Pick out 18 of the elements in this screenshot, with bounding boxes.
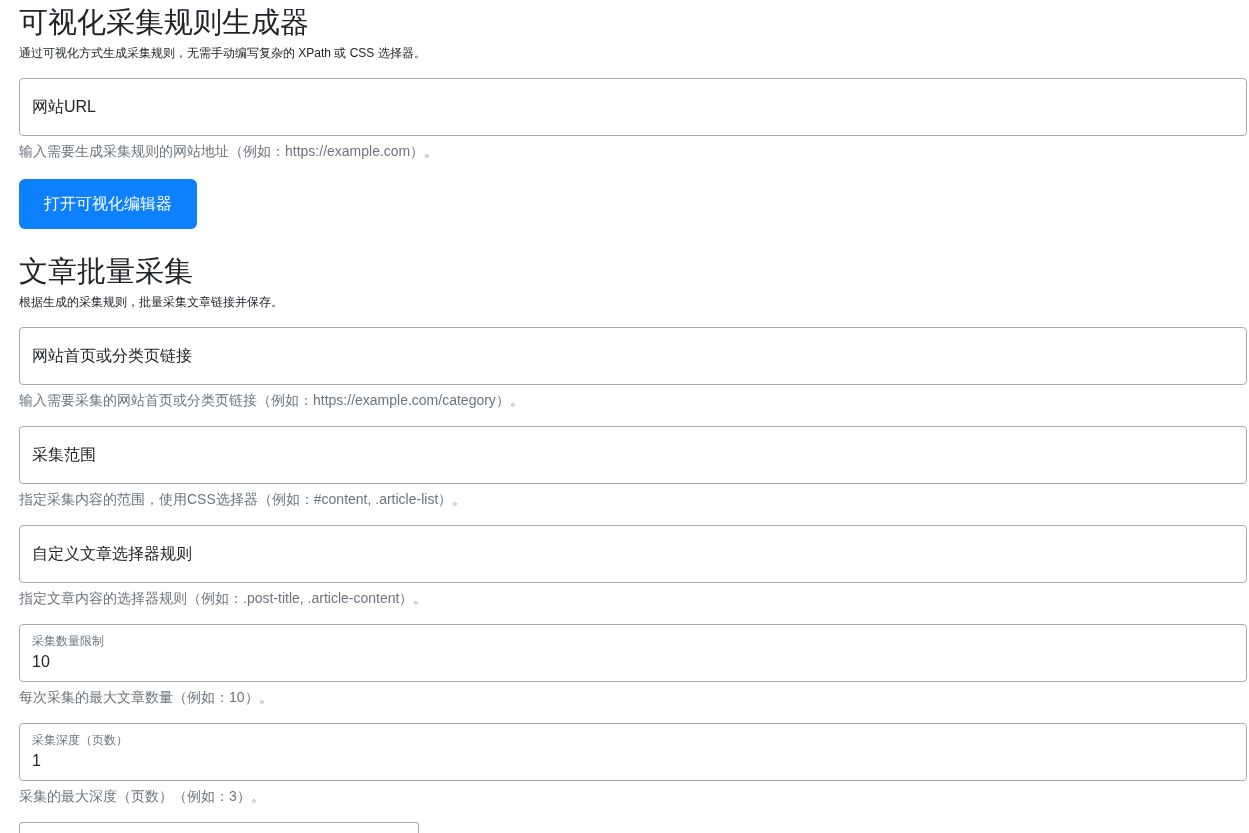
field-label: 采集数量限制 (32, 633, 104, 649)
help-text: 每次采集的最大文章数量（例如：10）。 (19, 688, 273, 706)
input-field[interactable]: 自定义文章选择器规则 (19, 525, 1247, 583)
help-text: 输入需要生成采集规则的网站地址（例如：https://example.com）。 (19, 142, 439, 160)
open-editor-button[interactable]: 打开可视化编辑器 (19, 179, 197, 229)
input-field[interactable]: 网站首页或分类页链接 (19, 327, 1247, 385)
section-description: 通过可视化方式生成采集规则，无需手动编写复杂的 XPath 或 CSS 选择器。 (19, 45, 426, 62)
field-label: 采集深度（页数） (32, 732, 128, 748)
section-heading: 文章批量采集 (19, 254, 193, 289)
help-text: 指定文章内容的选择器规则（例如：.post-title, .article-content）。 (19, 589, 428, 607)
help-text: 输入需要采集的网站首页或分类页链接（例如：https://example.com/category）。 (19, 391, 524, 409)
input-field[interactable]: 采集范围 (19, 426, 1247, 484)
section-heading: 可视化采集规则生成器 (19, 5, 309, 40)
input-field[interactable]: 网站URL (19, 78, 1247, 136)
help-text: 指定采集内容的范围，使用CSS选择器（例如：#content, .article-list）。 (19, 490, 467, 508)
section-description: 根据生成的采集规则，批量采集文章链接并保存。 (19, 294, 283, 311)
input-field[interactable] (19, 822, 419, 833)
help-text: 采集的最大深度（页数）（例如：3）。 (19, 787, 265, 805)
